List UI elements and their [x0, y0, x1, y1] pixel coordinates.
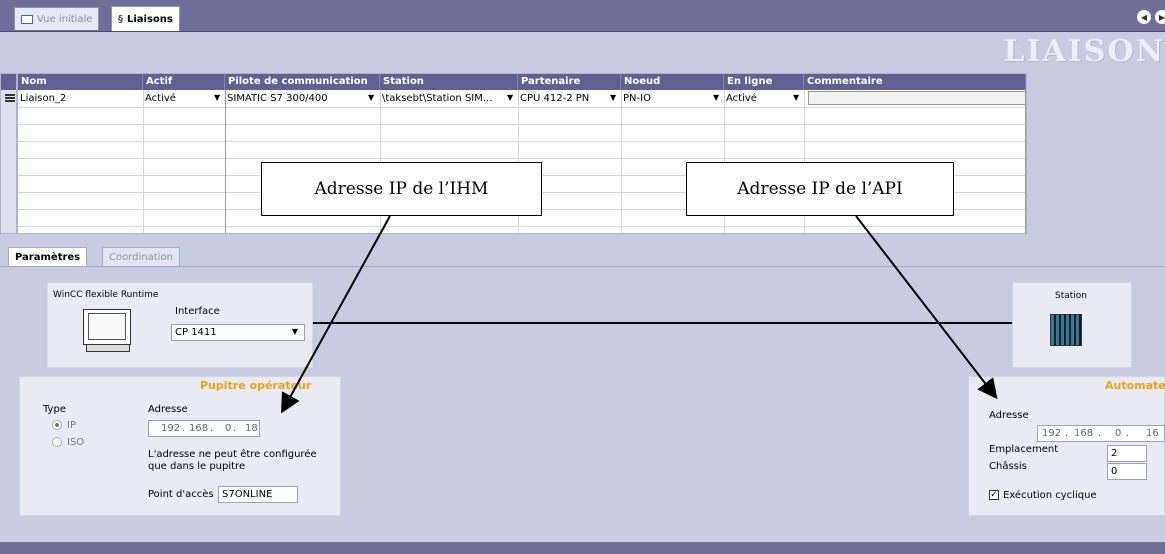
callout-arrows	[281, 215, 998, 414]
status-bar	[0, 542, 1165, 554]
arrow-to-hmi-ip	[281, 215, 391, 414]
arrow-to-plc-ip	[855, 215, 998, 400]
